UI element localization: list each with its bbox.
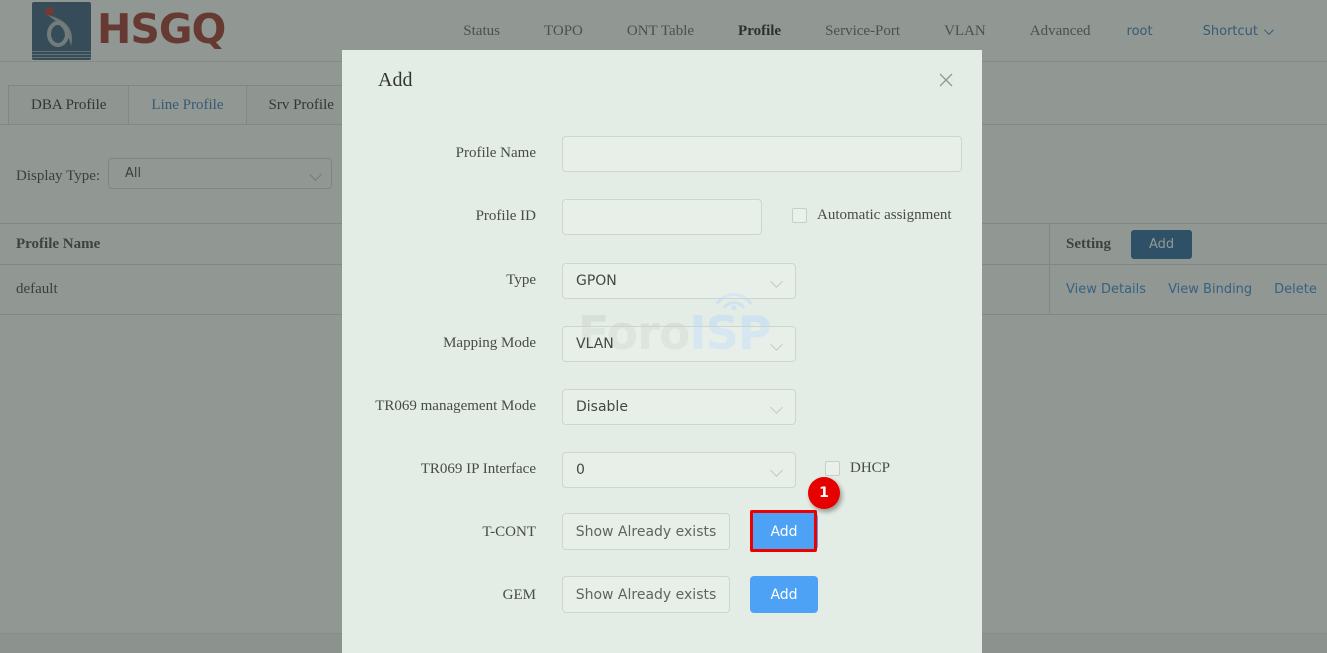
field-row-profile-id: Profile ID Automatic assignment [342, 196, 982, 236]
chevron-down-icon [770, 464, 783, 477]
tcont-show-existing-button[interactable]: Show Already exists [562, 513, 730, 550]
checkbox-box-icon [825, 461, 840, 476]
app-root: HSGQ Status TOPO ONT Table Profile Servi… [0, 0, 1327, 653]
tr069-management-mode-label: TR069 management Mode [375, 398, 536, 414]
dhcp-label: DHCP [850, 460, 891, 476]
tcont-label: T-CONT [482, 524, 536, 540]
field-row-tr069-management-mode: TR069 management Mode Disable [342, 386, 982, 426]
close-icon[interactable] [936, 70, 956, 90]
mapping-mode-select[interactable]: VLAN [562, 326, 796, 362]
dhcp-checkbox[interactable]: DHCP [825, 460, 890, 477]
dialog-title: Add [378, 69, 413, 91]
chevron-down-icon [770, 275, 783, 288]
automatic-assignment-checkbox[interactable]: Automatic assignment [792, 207, 952, 224]
tr069-ip-interface-value: 0 [576, 462, 585, 478]
tr069-ip-interface-label: TR069 IP Interface [420, 461, 536, 477]
field-row-gem: GEM Show Already exists Add [342, 575, 982, 615]
field-row-type: Type GPON [342, 260, 982, 300]
field-row-profile-name: Profile Name [342, 133, 982, 173]
profile-id-label: Profile ID [475, 208, 536, 224]
add-line-profile-dialog: Add ForoISP Profile Name Profile ID Auto… [342, 50, 982, 653]
tr069-ip-interface-select[interactable]: 0 [562, 452, 796, 488]
field-row-mapping-mode: Mapping Mode VLAN [342, 323, 982, 363]
gem-add-button[interactable]: Add [750, 576, 818, 613]
mapping-mode-value: VLAN [576, 336, 614, 352]
checkbox-box-icon [792, 208, 807, 223]
type-label: Type [506, 272, 536, 288]
type-value: GPON [576, 273, 617, 289]
tr069-management-mode-select[interactable]: Disable [562, 389, 796, 425]
gem-show-existing-button[interactable]: Show Already exists [562, 576, 730, 613]
chevron-down-icon [770, 338, 783, 351]
mapping-mode-label: Mapping Mode [443, 335, 536, 351]
type-select[interactable]: GPON [562, 263, 796, 299]
profile-name-input[interactable] [562, 136, 962, 172]
field-row-tcont: T-CONT Show Already exists Add [342, 512, 982, 552]
tr069-management-mode-value: Disable [576, 399, 628, 415]
step-badge-1: 1 [808, 477, 840, 509]
gem-label: GEM [502, 587, 536, 603]
profile-id-input[interactable] [562, 199, 762, 235]
automatic-assignment-label: Automatic assignment [817, 207, 952, 223]
field-row-tr069-ip-interface: TR069 IP Interface 0 DHCP [342, 449, 982, 489]
profile-name-label: Profile Name [455, 145, 536, 161]
chevron-down-icon [770, 401, 783, 414]
tcont-add-button[interactable]: Add [750, 513, 818, 550]
